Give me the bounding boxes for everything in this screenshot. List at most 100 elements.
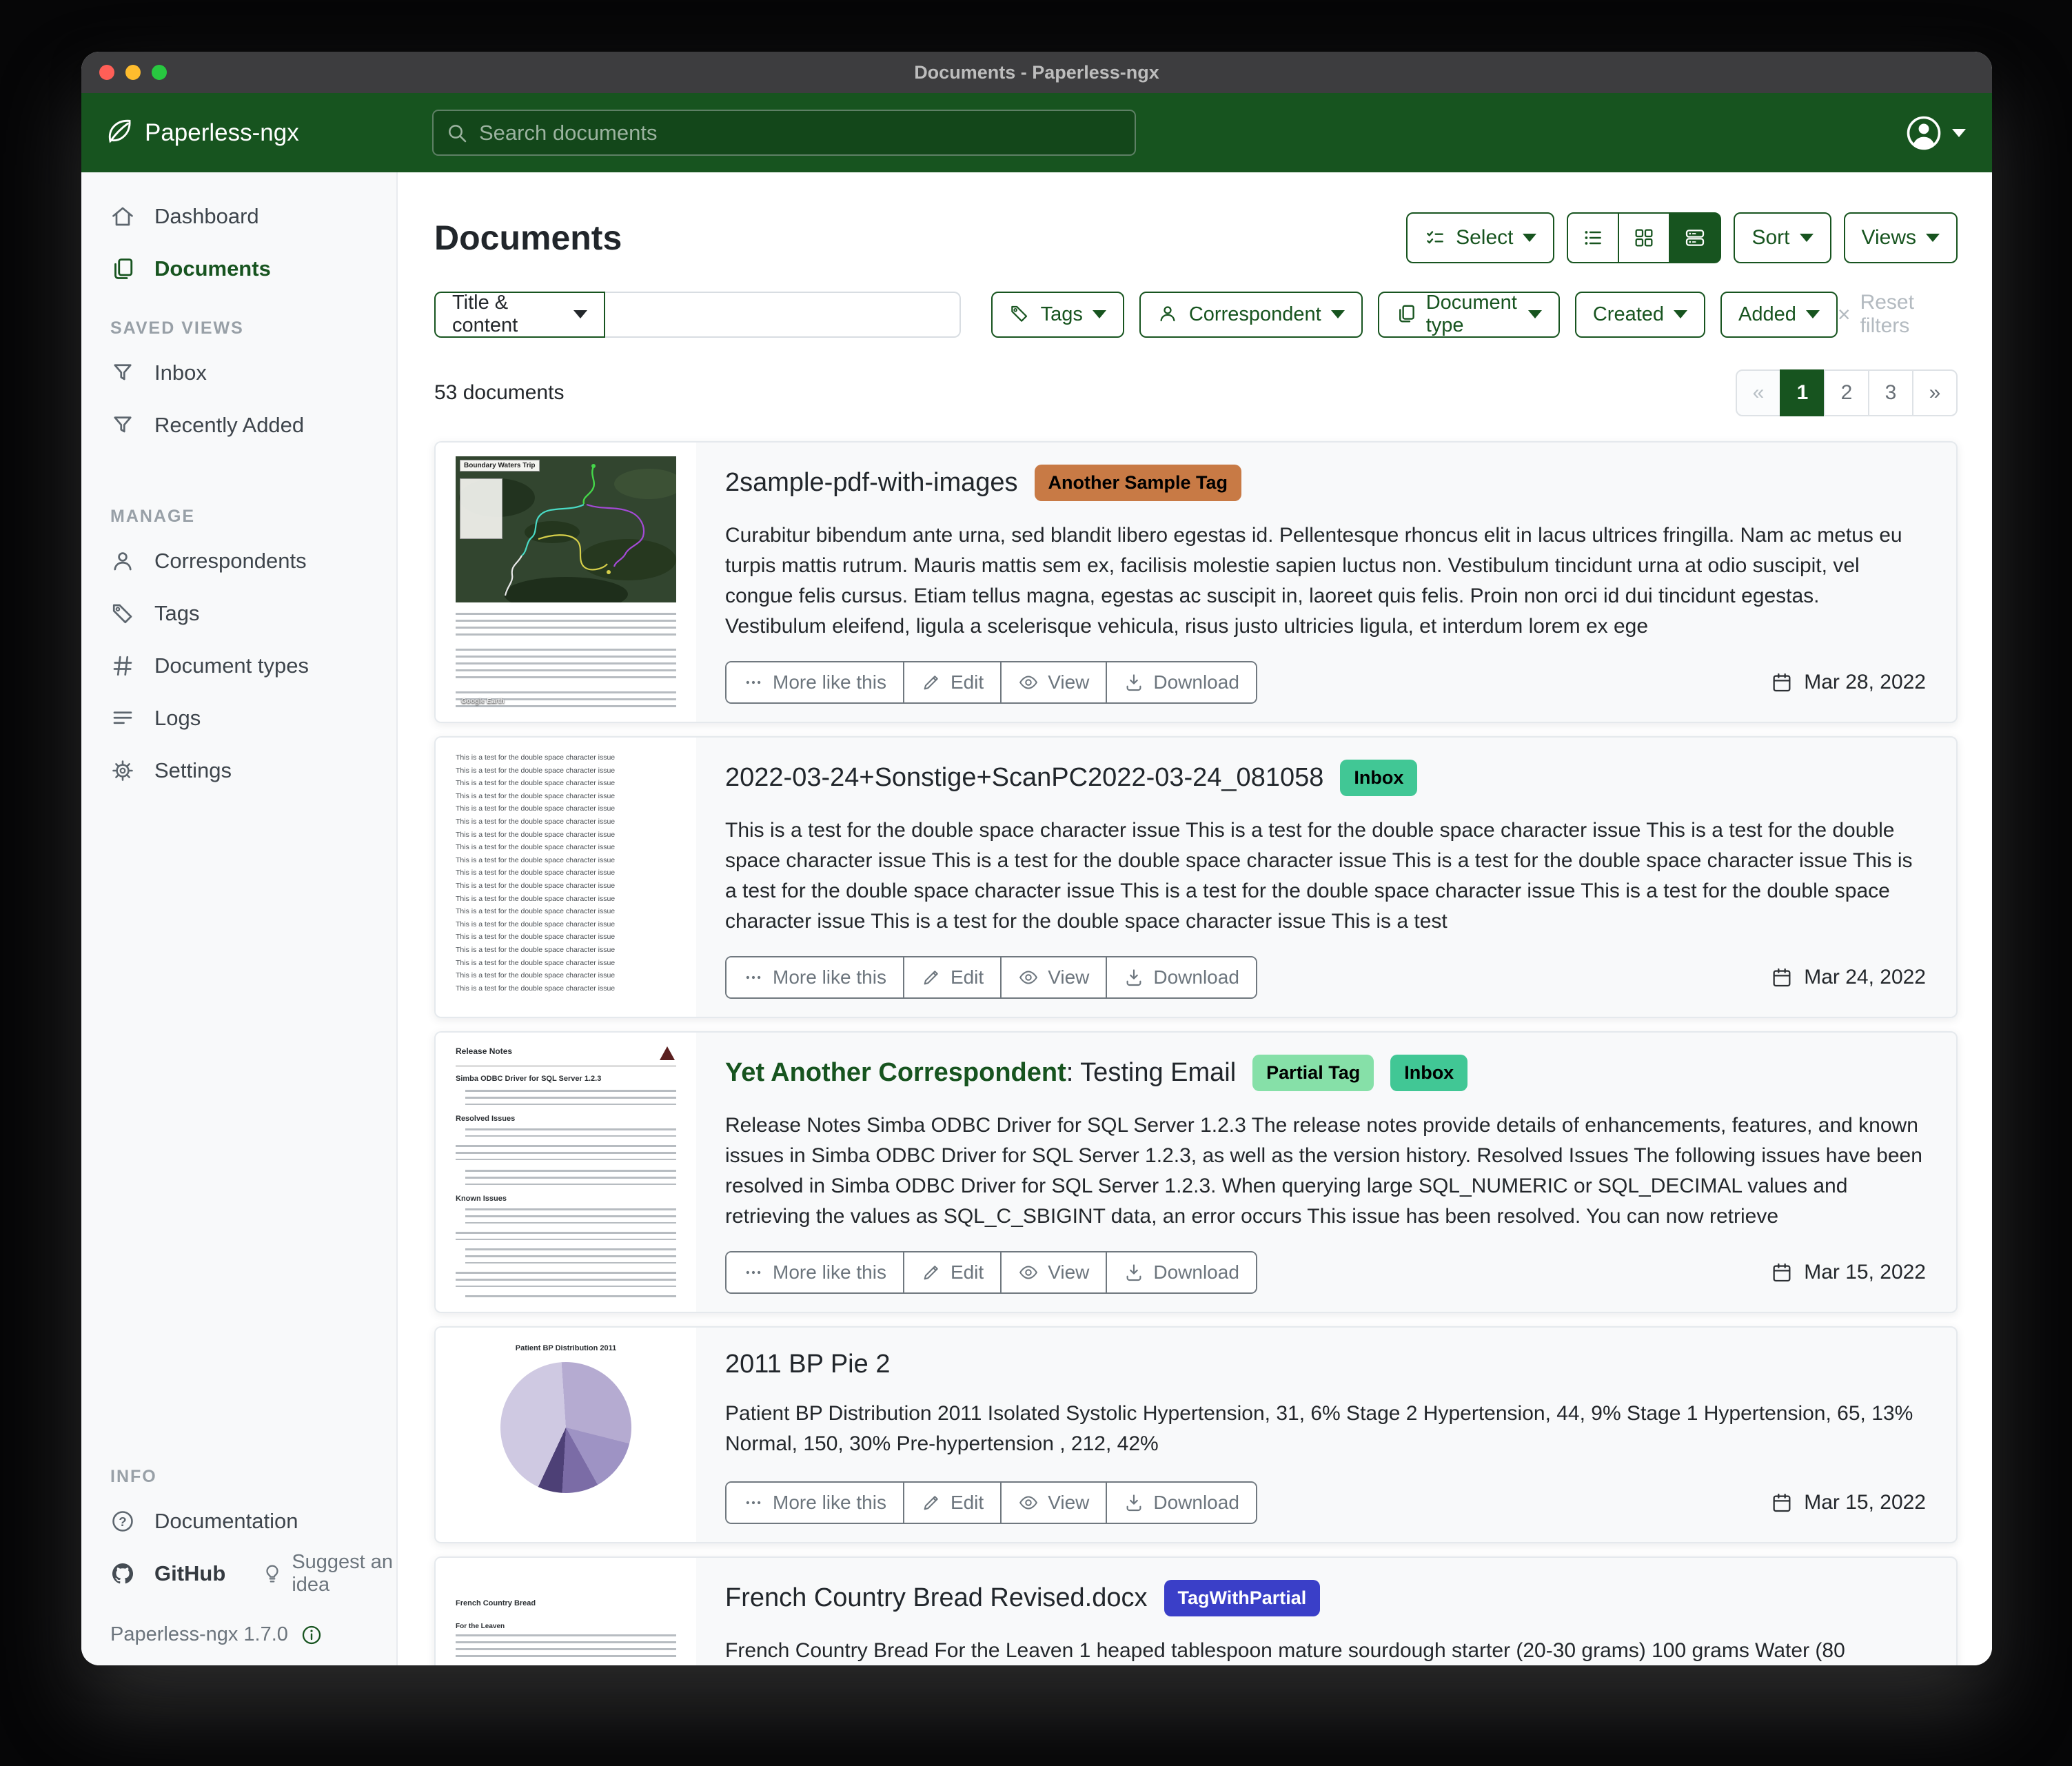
home-icon xyxy=(110,204,135,229)
more-like-this-button[interactable]: More like this xyxy=(727,662,903,702)
filter-created-dropdown[interactable]: Created xyxy=(1575,292,1705,338)
more-like-this-label: More like this xyxy=(773,671,886,693)
minimize-window-button[interactable] xyxy=(125,65,141,80)
filter-created-label: Created xyxy=(1593,303,1664,326)
chevron-down-icon xyxy=(1926,234,1940,242)
view-label: View xyxy=(1048,1261,1089,1283)
suggest-idea-link[interactable]: Suggest an idea xyxy=(261,1551,396,1596)
more-like-this-button[interactable]: More like this xyxy=(727,957,903,997)
view-mode-group xyxy=(1567,212,1721,263)
edit-button[interactable]: Edit xyxy=(903,1252,1000,1292)
file-icon xyxy=(1396,303,1416,325)
global-search[interactable] xyxy=(432,110,1136,156)
eye-icon xyxy=(1018,967,1039,988)
tag-badge[interactable]: Another Sample Tag xyxy=(1035,465,1242,501)
view-mode-list-button[interactable] xyxy=(1567,212,1619,263)
sidebar-item-settings[interactable]: Settings xyxy=(81,744,396,797)
download-button[interactable]: Download xyxy=(1106,957,1256,997)
search-input[interactable] xyxy=(479,121,1122,145)
document-thumbnail[interactable]: Boundary Waters Trip Google Earth xyxy=(436,443,696,722)
views-label: Views xyxy=(1862,226,1916,250)
view-button[interactable]: View xyxy=(1000,1252,1106,1292)
filter-funnel-icon xyxy=(110,413,135,438)
filter-query-input[interactable] xyxy=(605,292,960,338)
edit-button[interactable]: Edit xyxy=(903,1483,1000,1523)
tag-badge[interactable]: Inbox xyxy=(1390,1055,1467,1091)
download-icon xyxy=(1124,1492,1144,1513)
sidebar-item-tags[interactable]: Tags xyxy=(81,587,396,640)
document-title[interactable]: 2011 BP Pie 2 xyxy=(725,1350,890,1379)
close-icon: × xyxy=(1838,303,1851,325)
pagination: « 1 2 3 » xyxy=(1736,369,1958,416)
info-circle-icon[interactable] xyxy=(301,1624,323,1646)
pencil-icon xyxy=(921,967,942,988)
sidebar-item-dashboard[interactable]: Dashboard xyxy=(81,190,396,243)
github-icon xyxy=(110,1561,135,1586)
tag-badge[interactable]: Partial Tag xyxy=(1252,1055,1374,1091)
page-title: Documents xyxy=(434,218,622,258)
sort-dropdown-button[interactable]: Sort xyxy=(1734,212,1831,263)
document-card: Release Notes Simba ODBC Driver for SQL … xyxy=(434,1031,1958,1313)
tag-badge[interactable]: Inbox xyxy=(1340,760,1417,796)
close-window-button[interactable] xyxy=(99,65,114,80)
chevron-down-icon xyxy=(1952,129,1966,137)
filter-correspondent-dropdown[interactable]: Correspondent xyxy=(1139,292,1363,338)
tag-badge[interactable]: TagWithPartial xyxy=(1164,1580,1321,1616)
user-menu[interactable] xyxy=(1905,93,1966,172)
filter-document-type-dropdown[interactable]: Document type xyxy=(1378,292,1560,338)
zoom-window-button[interactable] xyxy=(152,65,167,80)
more-like-this-button[interactable]: More like this xyxy=(727,1483,903,1523)
document-thumbnail[interactable]: Patient BP Distribution 2011 xyxy=(436,1328,696,1542)
document-correspondent[interactable]: Yet Another Correspondent xyxy=(725,1058,1066,1087)
document-thumbnail[interactable]: This is a test for the double space char… xyxy=(436,738,696,1017)
sidebar-item-recently-added[interactable]: Recently Added xyxy=(81,399,396,451)
sidebar-item-github[interactable]: GitHub xyxy=(81,1547,225,1600)
select-label: Select xyxy=(1456,226,1513,250)
pagination-prev-button[interactable]: « xyxy=(1736,369,1781,416)
edit-button[interactable]: Edit xyxy=(903,957,1000,997)
view-mode-grid-button[interactable] xyxy=(1618,212,1670,263)
pagination-next-button[interactable]: » xyxy=(1912,369,1958,416)
document-title[interactable]: 2022-03-24+Sonstige+ScanPC2022-03-24_081… xyxy=(725,763,1323,793)
document-title[interactable]: French Country Bread Revised.docx xyxy=(725,1583,1148,1613)
sidebar-item-correspondents[interactable]: Correspondents xyxy=(81,535,396,587)
view-button[interactable]: View xyxy=(1000,957,1106,997)
pagination-page-1[interactable]: 1 xyxy=(1780,369,1825,416)
chevron-down-icon xyxy=(1528,310,1542,318)
reset-filters-button[interactable]: × Reset filters xyxy=(1838,291,1958,338)
sidebar-item-label: Recently Added xyxy=(154,413,304,438)
sidebar-item-inbox[interactable]: Inbox xyxy=(81,347,396,399)
document-title[interactable]: 2sample-pdf-with-images xyxy=(725,468,1018,498)
more-like-this-label: More like this xyxy=(773,966,886,988)
document-thumbnail[interactable]: Release Notes Simba ODBC Driver for SQL … xyxy=(436,1033,696,1312)
dots-icon xyxy=(743,1262,764,1283)
document-title-text: : Testing Email xyxy=(1066,1058,1236,1087)
view-button[interactable]: View xyxy=(1000,1483,1106,1523)
view-mode-details-button[interactable] xyxy=(1669,212,1721,263)
edit-button[interactable]: Edit xyxy=(903,662,1000,702)
document-excerpt: Patient BP Distribution 2011 Isolated Sy… xyxy=(725,1399,1926,1459)
filter-tags-dropdown[interactable]: Tags xyxy=(991,292,1124,338)
pagination-page-2[interactable]: 2 xyxy=(1824,369,1869,416)
macos-titlebar: Documents - Paperless-ngx xyxy=(81,52,1992,93)
document-title[interactable]: Yet Another Correspondent: Testing Email xyxy=(725,1058,1236,1088)
more-like-this-button[interactable]: More like this xyxy=(727,1252,903,1292)
filter-added-dropdown[interactable]: Added xyxy=(1720,292,1838,338)
select-dropdown-button[interactable]: Select xyxy=(1406,212,1554,263)
pagination-page-3[interactable]: 3 xyxy=(1868,369,1913,416)
dots-icon xyxy=(743,967,764,988)
download-button[interactable]: Download xyxy=(1106,1252,1256,1292)
download-button[interactable]: Download xyxy=(1106,662,1256,702)
sidebar-item-document-types[interactable]: Document types xyxy=(81,640,396,692)
views-dropdown-button[interactable]: Views xyxy=(1844,212,1958,263)
document-thumbnail[interactable]: French Country Bread For the Leaven xyxy=(436,1558,696,1665)
filter-field-dropdown[interactable]: Title & content xyxy=(434,292,605,338)
sidebar-item-logs[interactable]: Logs xyxy=(81,692,396,744)
sidebar-info-section: INFO Documentation GitHub Suggest an ide… xyxy=(81,1467,396,1646)
sidebar-item-documentation[interactable]: Documentation xyxy=(81,1495,396,1547)
pencil-icon xyxy=(921,1492,942,1513)
sidebar-item-documents[interactable]: Documents xyxy=(81,243,396,295)
download-button[interactable]: Download xyxy=(1106,1483,1256,1523)
view-button[interactable]: View xyxy=(1000,662,1106,702)
brand[interactable]: Paperless-ngx xyxy=(105,117,299,148)
